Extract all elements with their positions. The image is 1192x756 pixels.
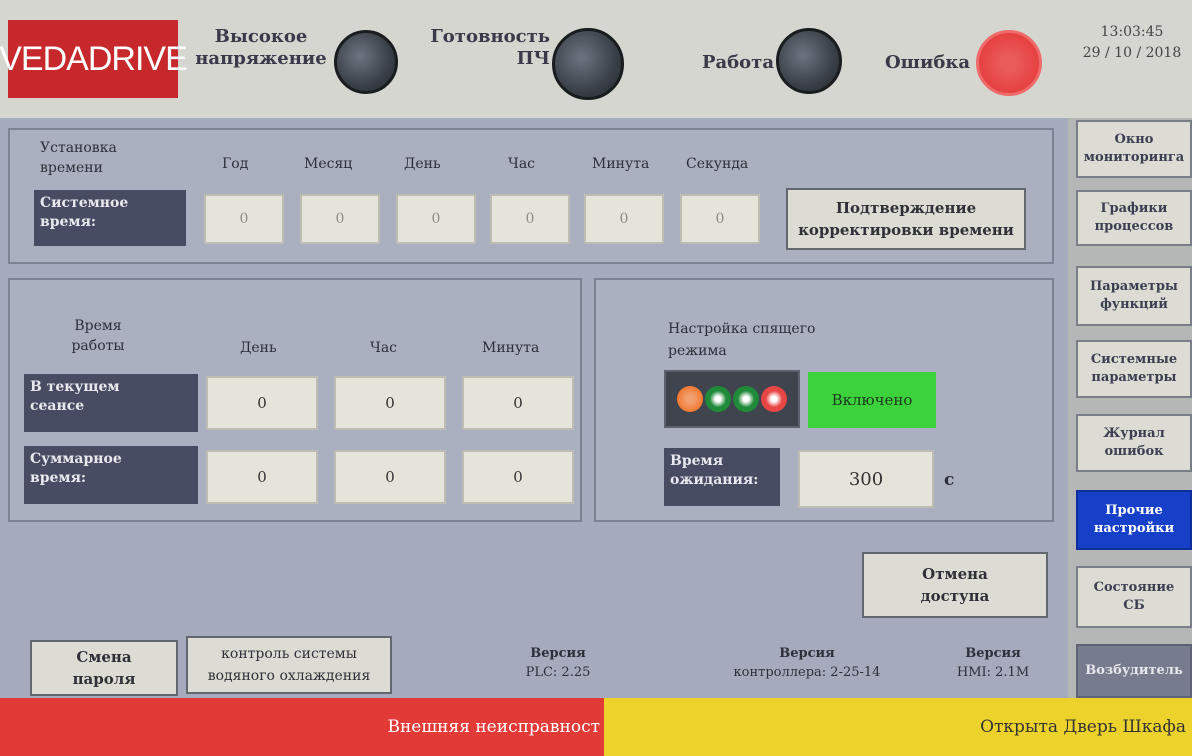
total-hour-value: 0 xyxy=(334,450,446,504)
brand-logo: VEDADRIVE xyxy=(0,20,188,98)
cancel-access-button[interactable]: Отмена доступа xyxy=(862,552,1048,618)
error-lamp-icon xyxy=(976,30,1042,96)
session-minute-value: 0 xyxy=(462,376,574,430)
time-setting-title: Установка времени xyxy=(40,140,117,176)
run-col-hour: Час xyxy=(370,340,398,356)
clock: 13:03:45 29 / 10 / 2018 xyxy=(1072,22,1192,64)
status-lamp-icon xyxy=(677,386,703,412)
sidebar-item-process-charts[interactable]: Графики процессов xyxy=(1076,190,1192,246)
day-input[interactable]: 0 xyxy=(396,194,476,244)
indicator-label-high-voltage: Высокое напряжение xyxy=(195,26,327,69)
plc-version: Версия PLC: 2.25 xyxy=(525,646,591,680)
water-cooling-button[interactable]: контроль системы водяного охлаждения xyxy=(186,636,392,694)
system-time-label: Системное время: xyxy=(34,190,186,246)
sidebar-item-sb-status[interactable]: Состояние СБ xyxy=(1076,566,1192,628)
run-col-day: День xyxy=(240,340,277,356)
session-day-value: 0 xyxy=(206,376,318,430)
status-lamp-icon xyxy=(761,386,787,412)
total-time-label: Суммарное время: xyxy=(24,446,198,504)
current-session-label: В текущем сеансе xyxy=(24,374,198,432)
col-day: День xyxy=(404,156,441,172)
col-second: Секунда xyxy=(686,156,749,172)
sidebar-item-exciter[interactable]: Возбудитель xyxy=(1076,644,1192,698)
sleep-status-badge[interactable]: Включено xyxy=(808,372,936,428)
indicator-label-run: Работа xyxy=(701,52,774,73)
run-lamp-icon xyxy=(776,28,842,94)
indicator-label-ready: Готовность ПЧ xyxy=(430,26,550,69)
sidebar-item-system-params[interactable]: Системные параметры xyxy=(1076,340,1192,398)
status-lamp-icon xyxy=(705,386,731,412)
confirm-time-button[interactable]: Подтверждение корректировки времени xyxy=(786,188,1026,250)
clock-time: 13:03:45 xyxy=(1100,24,1164,40)
minute-input[interactable]: 0 xyxy=(584,194,664,244)
sleep-mode-title: Настройка спящего режима xyxy=(668,321,816,359)
year-input[interactable]: 0 xyxy=(204,194,284,244)
wait-time-unit: с xyxy=(944,470,955,490)
sidebar-item-error-log[interactable]: Журнал ошибок xyxy=(1076,414,1192,472)
hour-input[interactable]: 0 xyxy=(490,194,570,244)
sleep-status-lamps xyxy=(664,370,800,428)
wait-time-label: Время ожидания: xyxy=(664,448,780,506)
high-voltage-lamp-icon xyxy=(334,30,398,94)
change-password-button[interactable]: Смена пароля xyxy=(30,640,178,696)
total-minute-value: 0 xyxy=(462,450,574,504)
col-month: Месяц xyxy=(304,156,353,172)
sidebar-item-monitoring[interactable]: Окно мониторинга xyxy=(1076,120,1192,178)
month-input[interactable]: 0 xyxy=(300,194,380,244)
second-input[interactable]: 0 xyxy=(680,194,760,244)
wait-time-input[interactable]: 300 xyxy=(798,450,934,508)
alarm-external-fault: Внешняя неисправност xyxy=(0,698,604,756)
col-minute: Минута xyxy=(592,156,650,172)
run-time-title: Время работы xyxy=(71,318,125,354)
sidebar-item-function-params[interactable]: Параметры функций xyxy=(1076,266,1192,326)
status-lamp-icon xyxy=(733,386,759,412)
col-year: Год xyxy=(222,156,249,172)
alarm-cabinet-door-open: Открыта Дверь Шкафа xyxy=(604,698,1192,756)
sidebar-item-other-settings[interactable]: Прочие настройки xyxy=(1076,490,1192,550)
clock-date: 29 / 10 / 2018 xyxy=(1082,45,1182,61)
run-col-minute: Минута xyxy=(482,340,540,356)
hmi-version: Версия HMI: 2.1M xyxy=(956,646,1030,680)
controller-version: Версия контроллера: 2-25-14 xyxy=(733,646,881,680)
col-hour: Час xyxy=(508,156,536,172)
total-day-value: 0 xyxy=(206,450,318,504)
indicator-label-error: Ошибка xyxy=(884,52,970,73)
ready-lamp-icon xyxy=(552,28,624,100)
session-hour-value: 0 xyxy=(334,376,446,430)
